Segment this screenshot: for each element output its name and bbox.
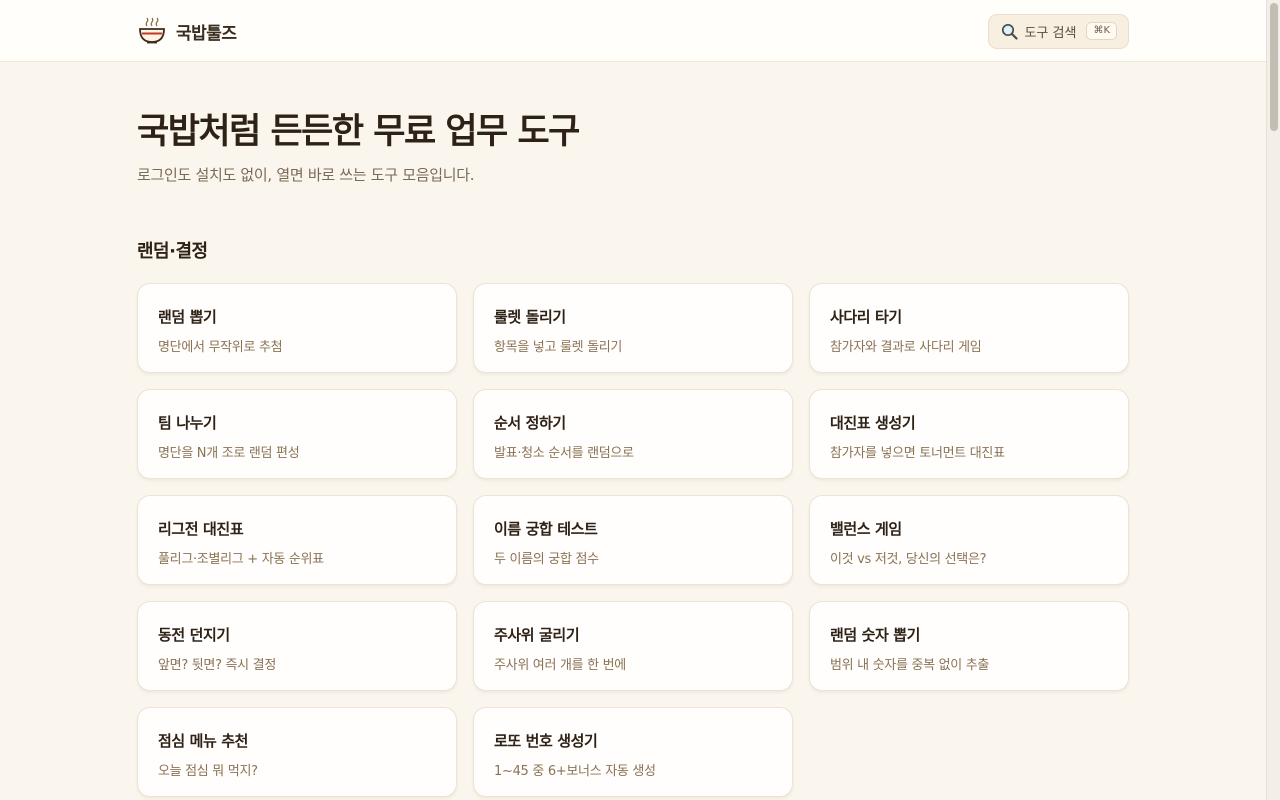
tool-card-description: 주사위 여러 개를 한 번에 bbox=[494, 658, 626, 673]
tool-card-title: 대진표 생성기 bbox=[830, 414, 916, 432]
tool-card-description: 오늘 점심 뭐 먹지? bbox=[158, 764, 258, 779]
tool-card-title: 팀 나누기 bbox=[158, 414, 217, 432]
page-subtitle: 로그인도 설치도 없이, 열면 바로 쓰는 도구 모음입니다. bbox=[137, 166, 475, 184]
tool-card-description: 풀리그·조별리그 + 자동 순위표 bbox=[158, 552, 324, 567]
tool-card[interactable]: 랜덤 숫자 뽑기범위 내 숫자를 중복 없이 추출 bbox=[809, 601, 1129, 691]
tool-card[interactable]: 밸런스 게임이것 vs 저것, 당신의 선택은? bbox=[809, 495, 1129, 585]
tool-card-title: 순서 정하기 bbox=[494, 414, 566, 432]
tool-card-title: 밸런스 게임 bbox=[830, 520, 902, 538]
tool-search-button[interactable]: 도구 검색 ⌘K bbox=[988, 13, 1129, 49]
tool-card-description: 명단을 N개 조로 랜덤 편성 bbox=[158, 446, 300, 461]
app-window: 국밥툴즈 도구 검색 ⌘K 국밥처럼 든든한 무료 업무 도구 로그인도 설치도… bbox=[0, 0, 1280, 800]
tool-card-description: 참가자와 결과로 사다리 게임 bbox=[830, 340, 982, 355]
tool-card-description: 명단에서 무작위로 추첨 bbox=[158, 340, 283, 355]
search-shortcut-badge: ⌘K bbox=[1086, 22, 1117, 40]
tool-card-description: 항목을 넣고 룰렛 돌리기 bbox=[494, 340, 623, 355]
tool-card-title: 랜덤 숫자 뽑기 bbox=[830, 626, 921, 644]
main-scroll-area: 국밥툴즈 도구 검색 ⌘K 국밥처럼 든든한 무료 업무 도구 로그인도 설치도… bbox=[0, 0, 1266, 800]
tool-card[interactable]: 점심 메뉴 추천오늘 점심 뭐 먹지? bbox=[137, 707, 457, 797]
tool-card-title: 동전 던지기 bbox=[158, 626, 230, 644]
section-title-random-decision: 랜덤·결정 bbox=[137, 241, 208, 262]
tool-card-title: 리그전 대진표 bbox=[158, 520, 244, 538]
tool-card-title: 이름 궁합 테스트 bbox=[494, 520, 598, 538]
tool-card[interactable]: 룰렛 돌리기항목을 넣고 룰렛 돌리기 bbox=[473, 283, 793, 373]
brand-logo-link[interactable]: 국밥툴즈 bbox=[137, 16, 237, 46]
brand-name: 국밥툴즈 bbox=[176, 23, 237, 44]
tool-card-description: 1~45 중 6+보너스 자동 생성 bbox=[494, 764, 656, 779]
tool-card-description: 참가자를 넣으면 토너먼트 대진표 bbox=[830, 446, 1005, 461]
tool-card-title: 사다리 타기 bbox=[830, 308, 902, 326]
tool-card[interactable]: 대진표 생성기참가자를 넣으면 토너먼트 대진표 bbox=[809, 389, 1129, 479]
tool-card[interactable]: 팀 나누기명단을 N개 조로 랜덤 편성 bbox=[137, 389, 457, 479]
top-navbar-inner: 국밥툴즈 도구 검색 ⌘K bbox=[137, 0, 1129, 62]
tool-card[interactable]: 동전 던지기앞면? 뒷면? 즉시 결정 bbox=[137, 601, 457, 691]
scrollbar-thumb[interactable] bbox=[1270, 3, 1278, 131]
tool-card[interactable]: 주사위 굴리기주사위 여러 개를 한 번에 bbox=[473, 601, 793, 691]
tool-card-description: 이것 vs 저것, 당신의 선택은? bbox=[830, 552, 987, 567]
tool-card-title: 룰렛 돌리기 bbox=[494, 308, 566, 326]
tool-card[interactable]: 사다리 타기참가자와 결과로 사다리 게임 bbox=[809, 283, 1129, 373]
tool-card-title: 로또 번호 생성기 bbox=[494, 732, 598, 750]
top-navbar: 국밥툴즈 도구 검색 ⌘K bbox=[0, 0, 1266, 62]
tool-card-description: 두 이름의 궁합 점수 bbox=[494, 552, 599, 567]
gukbap-bowl-icon bbox=[139, 17, 165, 44]
search-icon bbox=[1002, 23, 1019, 40]
main-content: 국밥처럼 든든한 무료 업무 도구 로그인도 설치도 없이, 열면 바로 쓰는 … bbox=[137, 112, 1129, 797]
page-title: 국밥처럼 든든한 무료 업무 도구 bbox=[137, 112, 580, 152]
tool-card[interactable]: 순서 정하기발표·청소 순서를 랜덤으로 bbox=[473, 389, 793, 479]
tool-card-description: 앞면? 뒷면? 즉시 결정 bbox=[158, 658, 276, 673]
tool-card-title: 랜덤 뽑기 bbox=[158, 308, 217, 326]
tool-card[interactable]: 랜덤 뽑기명단에서 무작위로 추첨 bbox=[137, 283, 457, 373]
tool-card-title: 주사위 굴리기 bbox=[494, 626, 580, 644]
tool-card-description: 발표·청소 순서를 랜덤으로 bbox=[494, 446, 634, 461]
page-scrollbar[interactable] bbox=[1266, 0, 1280, 800]
tool-card-title: 점심 메뉴 추천 bbox=[158, 732, 249, 750]
tool-card-description: 범위 내 숫자를 중복 없이 추출 bbox=[830, 658, 990, 673]
tool-card[interactable]: 리그전 대진표풀리그·조별리그 + 자동 순위표 bbox=[137, 495, 457, 585]
tool-card[interactable]: 이름 궁합 테스트두 이름의 궁합 점수 bbox=[473, 495, 793, 585]
search-label: 도구 검색 bbox=[1024, 25, 1077, 41]
tool-card-grid: 랜덤 뽑기명단에서 무작위로 추첨 룰렛 돌리기항목을 넣고 룰렛 돌리기 사다… bbox=[137, 283, 1129, 797]
tool-card[interactable]: 로또 번호 생성기 1~45 중 6+보너스 자동 생성 bbox=[473, 707, 793, 797]
